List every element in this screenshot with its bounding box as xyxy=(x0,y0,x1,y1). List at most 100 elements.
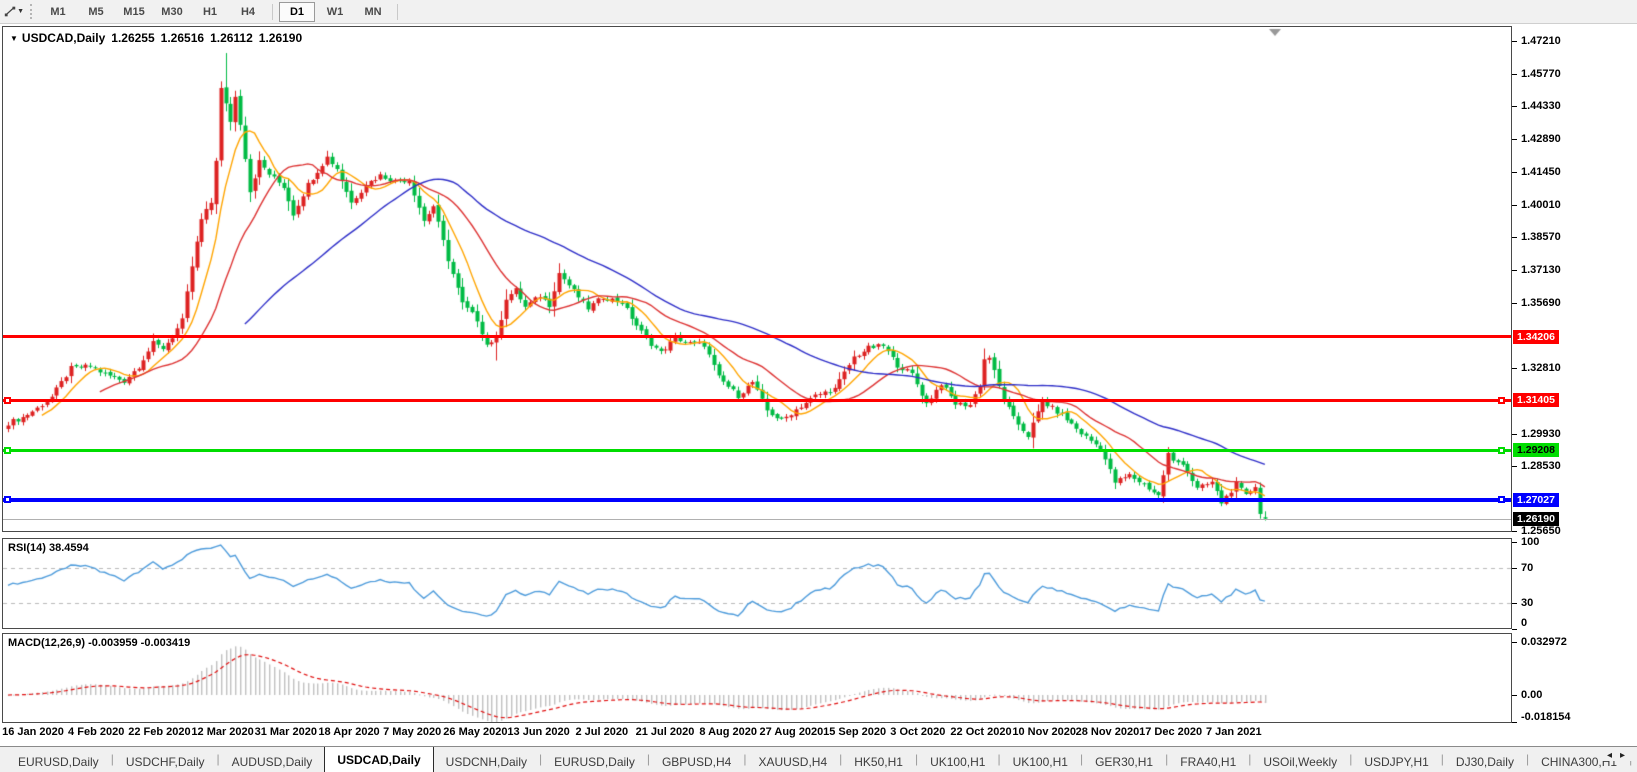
price-tick-label: 1.42890 xyxy=(1521,133,1561,145)
chart-tab-HK50-H1[interactable]: HK50,H1 xyxy=(842,751,915,772)
price-level-tag: 1.29208 xyxy=(1513,443,1559,457)
chart-tab-UK100-H1[interactable]: UK100,H1 xyxy=(1001,751,1080,772)
price-tick-label: 1.41450 xyxy=(1521,166,1561,178)
timeframe-button-M15[interactable]: M15 xyxy=(116,2,152,22)
macd-tick-label: -0.018154 xyxy=(1521,711,1571,723)
price-tick-label: 1.29930 xyxy=(1521,428,1561,440)
price-tick-label: 1.25650 xyxy=(1521,525,1561,537)
date-axis-label: 4 Feb 2020 xyxy=(68,726,124,738)
chart-tab-USDCHF-Daily[interactable]: USDCHF,Daily xyxy=(114,751,217,772)
date-axis-label: 31 Mar 2020 xyxy=(255,726,317,738)
price-tick-dash xyxy=(1512,41,1517,42)
chevron-down-icon: ▼ xyxy=(17,8,24,15)
tab-scroll-right-icon[interactable]: ▸ xyxy=(1620,750,1633,761)
price-tick-dash xyxy=(1512,106,1517,107)
timeframe-button-M30[interactable]: M30 xyxy=(154,2,190,22)
chart-tab-XAUUSD-H4[interactable]: XAUUSD,H4 xyxy=(746,751,839,772)
price-tick-dash xyxy=(1512,205,1517,206)
candlestick-canvas[interactable] xyxy=(3,27,1511,531)
mt4-window: ▼ M1M5M15M30H1H4 D1W1MN ▼ USDCAD,Daily 1.26… xyxy=(0,0,1637,772)
date-axis-label: 18 Apr 2020 xyxy=(318,726,379,738)
chart-tab-AUDUSD-Daily[interactable]: AUDUSD,Daily xyxy=(220,751,325,772)
toolbar-separator xyxy=(397,4,398,20)
price-tick-label: 1.44330 xyxy=(1521,100,1561,112)
price-tick-label: 1.47210 xyxy=(1521,35,1561,47)
chart-tab-USDJPY-H1[interactable]: USDJPY,H1 xyxy=(1352,751,1440,772)
rsi-canvas[interactable] xyxy=(3,539,1511,628)
date-axis-label: 10 Nov 2020 xyxy=(1012,726,1076,738)
rsi-panel[interactable]: RSI(14) 38.4594 xyxy=(2,538,1512,629)
date-axis-label: 22 Oct 2020 xyxy=(950,726,1011,738)
rsi-tick-dash xyxy=(1512,603,1517,604)
price-tick-dash xyxy=(1512,237,1517,238)
timeframe-toolbar: M1M5M15M30H1H4 D1W1MN xyxy=(39,2,403,22)
macd-tick-label: 0.00 xyxy=(1521,689,1542,701)
chart-tab-bar: EURUSD,Daily|USDCHF,Daily|AUDUSD,DailyUS… xyxy=(0,746,1637,772)
triangle-down-icon[interactable]: ▼ xyxy=(10,34,18,43)
chart-tab-DJ30-Daily[interactable]: DJ30,Daily xyxy=(1444,751,1526,772)
price-tick-label: 1.32810 xyxy=(1521,362,1561,374)
price-tick-dash xyxy=(1512,139,1517,140)
ohlc-high: 1.26516 xyxy=(161,31,204,45)
toolbar: ▼ M1M5M15M30H1H4 D1W1MN xyxy=(0,0,1637,24)
price-tick-dash xyxy=(1512,172,1517,173)
price-tick-label: 1.28530 xyxy=(1521,460,1561,472)
price-level-tag: 1.34206 xyxy=(1513,330,1559,344)
rsi-tick-label: 0 xyxy=(1521,617,1527,629)
date-axis-label: 8 Aug 2020 xyxy=(699,726,757,738)
timeframe-button-M5[interactable]: M5 xyxy=(78,2,114,22)
price-tick-label: 1.45770 xyxy=(1521,68,1561,80)
timeframe-button-H4[interactable]: H4 xyxy=(230,2,266,22)
tab-scroll-left-icon[interactable]: ◂ xyxy=(1607,750,1620,761)
chart-tab-GER30-H1[interactable]: GER30,H1 xyxy=(1083,751,1165,772)
toolbar-grip[interactable] xyxy=(30,4,32,19)
timeframe-button-M1[interactable]: M1 xyxy=(40,2,76,22)
macd-canvas[interactable] xyxy=(3,634,1511,722)
chart-tab-UK100-H1[interactable]: UK100,H1 xyxy=(918,751,997,772)
chart-tab-EURUSD-Daily[interactable]: EURUSD,Daily xyxy=(6,751,111,772)
chart-tab-USDCAD-Daily[interactable]: USDCAD,Daily xyxy=(324,746,433,772)
price-tick-dash xyxy=(1512,270,1517,271)
price-tick-dash xyxy=(1512,531,1517,532)
chart-tab-GBPUSD-H4[interactable]: GBPUSD,H4 xyxy=(650,751,743,772)
macd-tick-dash xyxy=(1512,695,1517,696)
ohlc-low: 1.26112 xyxy=(210,31,253,45)
price-tick-dash xyxy=(1512,466,1517,467)
date-axis-label: 13 Jun 2020 xyxy=(507,726,569,738)
macd-tick-label: 0.032972 xyxy=(1521,636,1567,648)
date-axis-label: 7 May 2020 xyxy=(383,726,441,738)
timeframe-button-W1[interactable]: W1 xyxy=(317,2,353,22)
date-axis-label: 22 Feb 2020 xyxy=(128,726,190,738)
tab-scroll-arrows: ◂▸ xyxy=(1601,750,1633,761)
toolbar-separator xyxy=(272,4,273,20)
ohlc-close: 1.26190 xyxy=(259,31,302,45)
rsi-tick-label: 100 xyxy=(1521,536,1539,548)
price-level-tag: 1.27027 xyxy=(1513,493,1559,507)
price-tick-dash xyxy=(1512,434,1517,435)
price-tick-label: 1.40010 xyxy=(1521,199,1561,211)
date-axis-label: 26 May 2020 xyxy=(443,726,507,738)
price-tick-label: 1.38570 xyxy=(1521,231,1561,243)
chart-tab-FRA40-H1[interactable]: FRA40,H1 xyxy=(1168,751,1248,772)
date-axis-label: 2 Jul 2020 xyxy=(576,726,629,738)
macd-panel[interactable]: MACD(12,26,9) -0.003959 -0.003419 xyxy=(2,633,1512,723)
chart-tab-USOil-Weekly[interactable]: USOil,Weekly xyxy=(1251,751,1349,772)
date-axis-label: 27 Aug 2020 xyxy=(759,726,823,738)
chart-title: ▼USDCAD,Daily1.262551.265161.261121.2619… xyxy=(10,31,302,45)
timeframe-button-D1[interactable]: D1 xyxy=(279,2,315,22)
trendline-tool-icon[interactable]: ▼ xyxy=(4,3,24,21)
date-axis-label: 17 Dec 2020 xyxy=(1139,726,1202,738)
date-axis-label: 28 Nov 2020 xyxy=(1076,726,1140,738)
rsi-tick-dash xyxy=(1512,568,1517,569)
price-level-tag: 1.31405 xyxy=(1513,393,1559,407)
price-chart-panel[interactable]: ▼USDCAD,Daily1.262551.265161.261121.2619… xyxy=(2,26,1512,532)
rsi-label: RSI(14) 38.4594 xyxy=(8,542,89,554)
timeframe-button-MN[interactable]: MN xyxy=(355,2,391,22)
chart-tab-USDCNH-Daily[interactable]: USDCNH,Daily xyxy=(434,751,539,772)
price-tick-label: 1.35690 xyxy=(1521,297,1561,309)
date-axis-label: 3 Oct 2020 xyxy=(890,726,945,738)
trendline-tool-glyph xyxy=(4,4,16,19)
timeframe-button-H1[interactable]: H1 xyxy=(192,2,228,22)
macd-tick-dash xyxy=(1512,722,1517,723)
chart-tab-EURUSD-Daily[interactable]: EURUSD,Daily xyxy=(542,751,647,772)
